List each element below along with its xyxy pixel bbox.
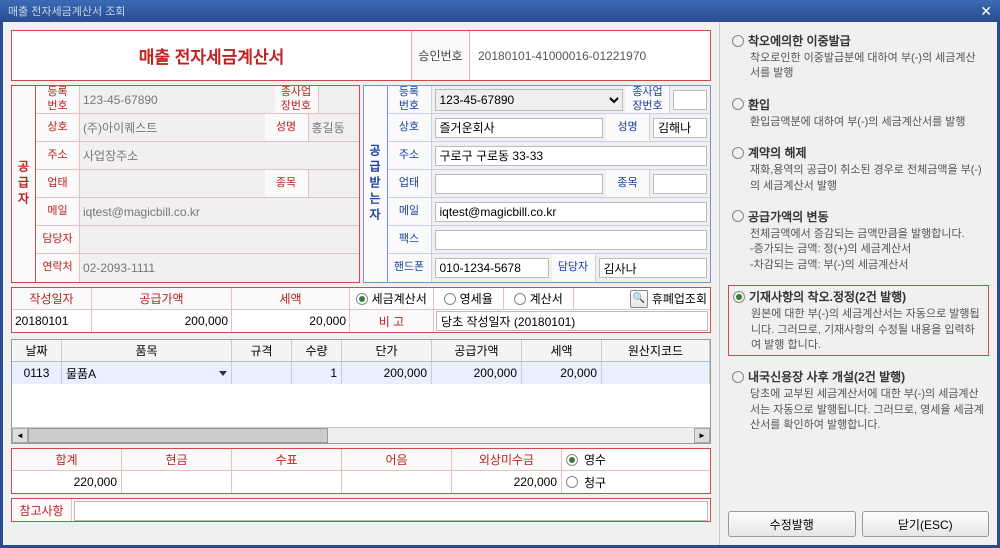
approval-label: 승인번호 (412, 31, 470, 80)
supplier-phone-value: 02-2093-1111 (80, 254, 359, 282)
table-row[interactable]: 0113 물품A 1 200,000 200,000 20,000 (12, 362, 710, 384)
date-header: 작성일자 (12, 288, 92, 309)
buyer-addr-label: 주소 (388, 142, 432, 169)
scroll-thumb[interactable] (28, 428, 328, 443)
tax-header: 세액 (232, 288, 350, 309)
buyer-name-label: 상호 (388, 114, 432, 141)
date-value: 20180101 (12, 310, 92, 332)
supplier-item-label: 종목 (265, 170, 309, 197)
buyer-name-input[interactable] (435, 118, 604, 138)
reason-option-4[interactable]: 기재사항의 착오.정정(2건 발행)원본에 대한 부(-)의 세금계산서는 자동… (728, 285, 989, 356)
supplier-sub-label: 종사업 장번호 (275, 86, 319, 113)
document-title: 매출 전자세금계산서 (12, 31, 412, 80)
reason-option-2[interactable]: 계약의 해제재화,용역의 공급이 취소된 경우로 전체금액을 부(-)의 세금계… (728, 142, 989, 196)
buyer-biz-input[interactable] (435, 174, 604, 194)
type-tax-radio[interactable] (356, 293, 368, 305)
supplier-rep-value: 홍길동 (309, 114, 359, 141)
buyer-reg-label: 등록 번호 (388, 86, 432, 113)
buyer-biz-label: 업태 (388, 170, 432, 197)
supplier-email-label: 메일 (36, 198, 80, 225)
buyer-fax-label: 팩스 (388, 226, 432, 253)
scroll-left-icon[interactable]: ◄ (12, 428, 28, 443)
buyer-mgr-input[interactable] (599, 258, 708, 278)
supplier-phone-label: 연락처 (36, 254, 80, 282)
supplier-item-value (309, 170, 359, 197)
reason-radio-3[interactable] (732, 210, 744, 222)
buyer-item-input[interactable] (653, 174, 707, 194)
reason-radio-1[interactable] (732, 98, 744, 110)
items-table: 날짜 품목 규격 수량 단가 공급가액 세액 원산지코드 0113 물품A 1 … (11, 339, 711, 444)
reason-option-5[interactable]: 내국신용장 사후 개설(2건 발행)당초에 교부된 세금계산서에 대한 부(-)… (728, 366, 989, 435)
reason-option-0[interactable]: 착오에의한 이중발급착오로인한 이중발급분에 대하여 부(-)의 세금계산서를 … (728, 30, 989, 84)
buyer-email-input[interactable] (435, 202, 708, 222)
reason-radio-5[interactable] (732, 371, 744, 383)
close-icon[interactable]: ✕ (980, 3, 992, 20)
supply-header: 공급가액 (92, 288, 232, 309)
buyer-sub-label: 종사업 장번호 (626, 86, 670, 113)
tax-value: 20,000 (232, 310, 350, 332)
remark-label: 비 고 (350, 310, 434, 332)
close-button[interactable]: 닫기(ESC) (862, 511, 990, 537)
supplier-addr-label: 주소 (36, 142, 80, 169)
buyer-vertical-label: 공급받는자 (363, 85, 387, 283)
supplier-name-label: 상호 (36, 114, 80, 141)
buyer-mgr-label: 담당자 (552, 254, 596, 282)
invoice-radio[interactable] (566, 476, 578, 488)
reason-option-1[interactable]: 환입환입금액분에 대하여 부(-)의 세금계산서를 발행 (728, 94, 989, 132)
supplier-email-value: iqtest@magicbill.co.kr (80, 198, 359, 225)
supplier-addr-value: 사업장주소 (80, 142, 359, 169)
supplier-biz-value (80, 170, 265, 197)
supplier-mgr-label: 담당자 (36, 226, 80, 253)
buyer-rep-label: 성명 (606, 114, 650, 141)
reason-radio-2[interactable] (732, 147, 744, 159)
buyer-sub-input[interactable] (673, 90, 707, 110)
issue-button[interactable]: 수정발행 (728, 511, 856, 537)
chevron-down-icon[interactable] (219, 371, 227, 376)
reference-label: 참고사항 (12, 499, 72, 521)
supplier-reg-value: 123-45-67890 (80, 86, 275, 113)
remark-input[interactable] (436, 311, 708, 331)
buyer-hp-label: 핸드폰 (388, 254, 432, 282)
type-calc-radio[interactable] (514, 293, 526, 305)
supplier-name-value: (주)아이퀘스트 (80, 114, 265, 141)
reason-option-3[interactable]: 공급가액의 변동전체금액에서 증감되는 금액만큼을 발행합니다. -증가되는 금… (728, 206, 989, 275)
supplier-biz-label: 업태 (36, 170, 80, 197)
reason-radio-0[interactable] (732, 35, 744, 47)
buyer-fax-input[interactable] (435, 230, 708, 250)
titlebar: 매출 전자세금계산서 조회 ✕ (0, 0, 1000, 22)
reference-input[interactable] (74, 501, 708, 521)
approval-value: 20180101-41000016-01221970 (470, 31, 710, 80)
supplier-vertical-label: 공급자 (11, 85, 35, 283)
type-zero-radio[interactable] (444, 293, 456, 305)
reason-radio-4[interactable] (733, 291, 745, 303)
supplier-sub-value (319, 86, 359, 113)
supplier-reg-label: 등록 번호 (36, 86, 80, 113)
credit-value: 220,000 (452, 471, 562, 493)
supplier-mgr-value (80, 226, 359, 253)
supplier-rep-label: 성명 (265, 114, 309, 141)
buyer-item-label: 종목 (606, 170, 650, 197)
buyer-reg-select[interactable]: 123-45-67890 (435, 89, 624, 111)
scroll-right-icon[interactable]: ► (694, 428, 710, 443)
buyer-hp-input[interactable] (435, 258, 549, 278)
search-icon[interactable]: 🔍 (630, 290, 648, 308)
receipt-radio[interactable] (566, 454, 578, 466)
buyer-rep-input[interactable] (653, 118, 707, 138)
window-title: 매출 전자세금계산서 조회 (8, 3, 125, 19)
supply-value: 200,000 (92, 310, 232, 332)
horizontal-scrollbar[interactable]: ◄ ► (12, 427, 710, 443)
sum-value: 220,000 (12, 471, 122, 493)
closed-lookup-button[interactable]: 휴폐업조회 (652, 290, 707, 307)
buyer-addr-input[interactable] (435, 146, 708, 166)
buyer-email-label: 메일 (388, 198, 432, 225)
